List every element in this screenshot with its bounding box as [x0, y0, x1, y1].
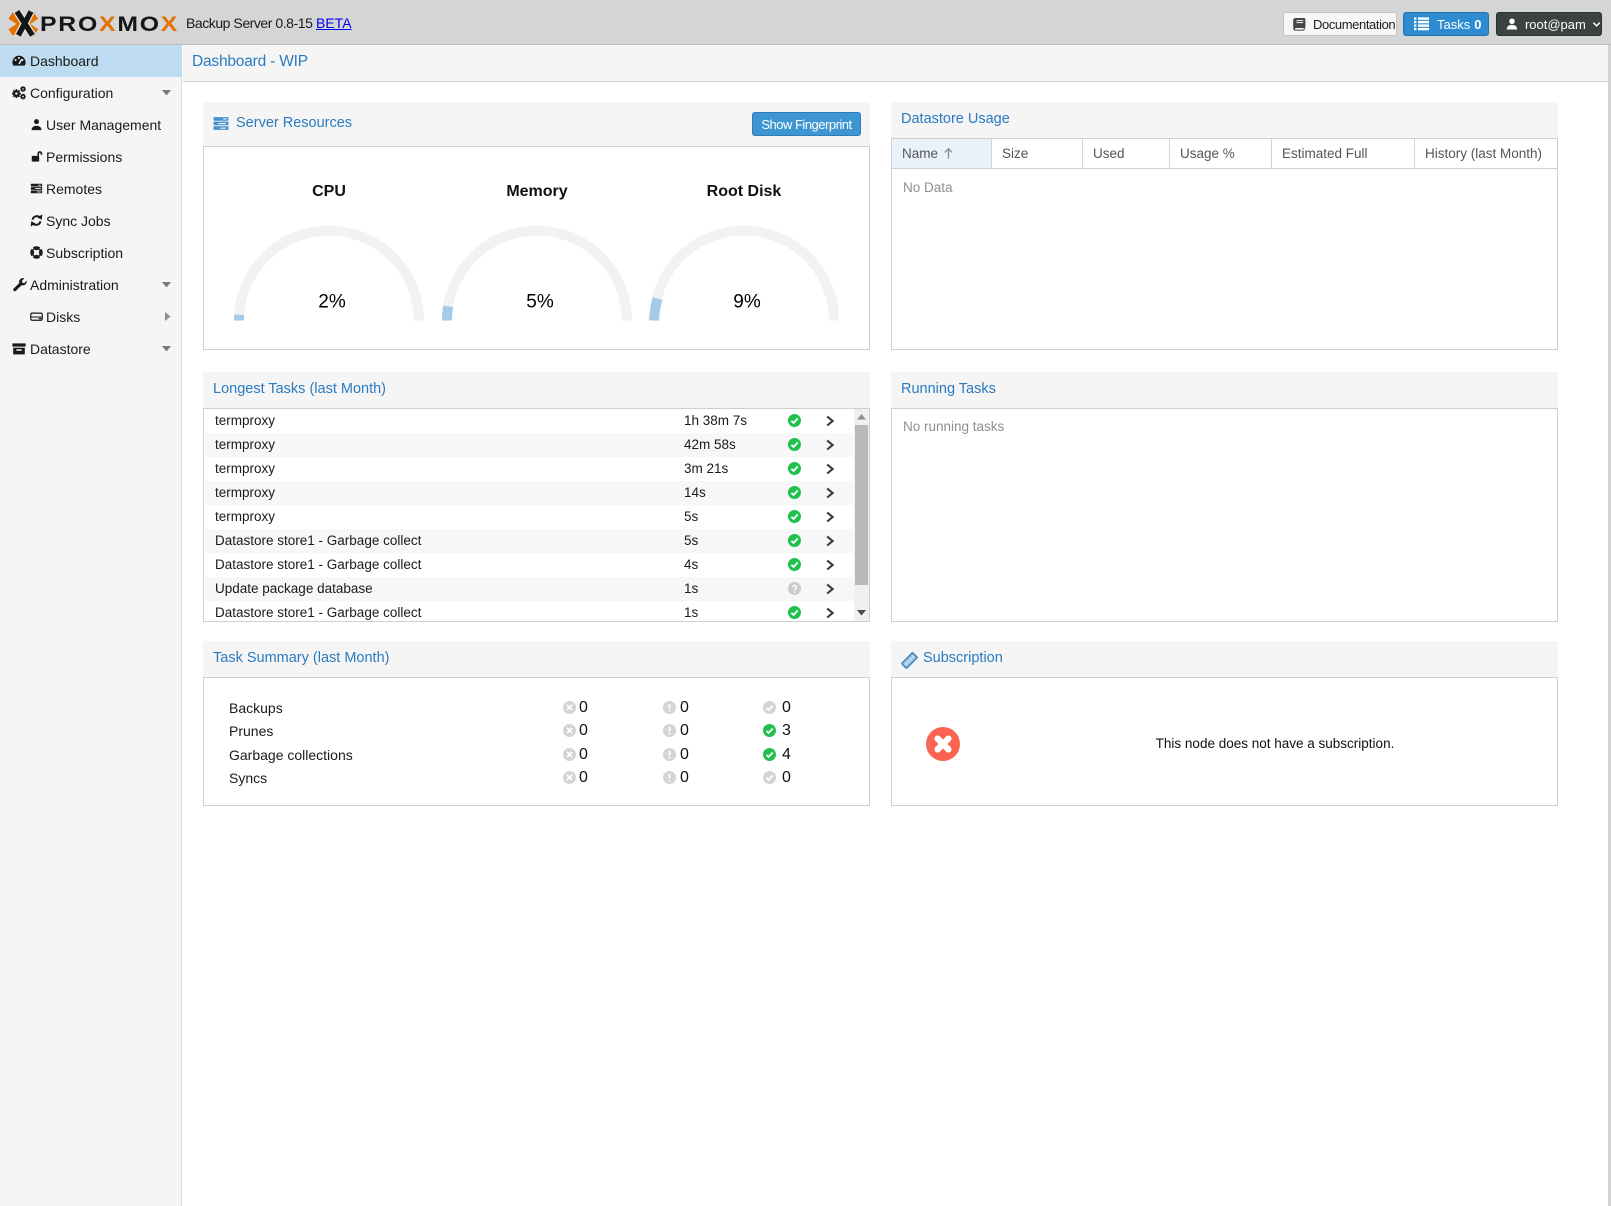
- svg-text:2%: 2%: [318, 292, 346, 313]
- svg-text:9%: 9%: [733, 292, 761, 313]
- svg-text:5%: 5%: [526, 292, 554, 313]
